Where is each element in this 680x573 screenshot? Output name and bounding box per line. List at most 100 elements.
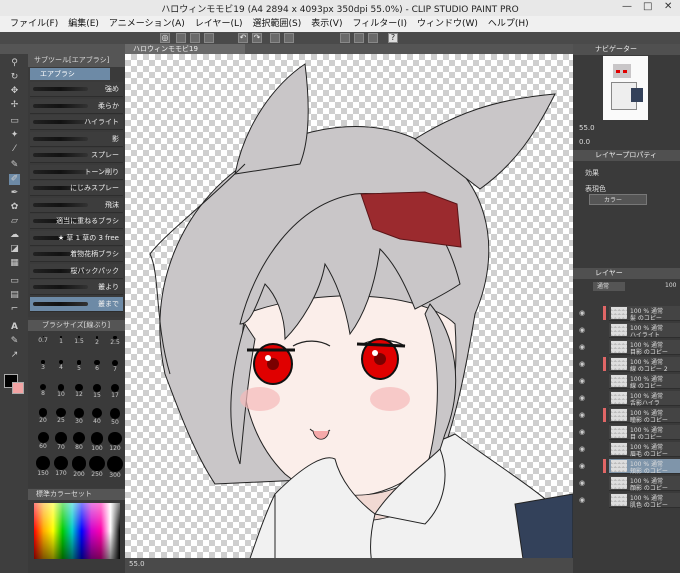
brush-size-option[interactable]: 170 — [52, 456, 70, 477]
rotate-tool-icon[interactable]: ↻ — [9, 72, 20, 83]
brush-size-option[interactable]: 50 — [106, 408, 124, 426]
brush-item[interactable]: にじみスプレー — [30, 181, 123, 196]
brush-item[interactable]: 影 — [30, 131, 123, 147]
brush-item[interactable]: ハイライト — [30, 115, 123, 130]
auto-select-tool-icon[interactable]: ✦ — [9, 130, 20, 141]
menu-view[interactable]: 表示(V) — [311, 16, 342, 32]
snap-special-icon[interactable] — [354, 33, 364, 43]
brush-item[interactable]: 桜パックパック — [30, 263, 123, 279]
blend-tool-icon[interactable]: ☁ — [9, 230, 20, 241]
brush-item[interactable]: 柔らか — [30, 98, 123, 114]
layer-row[interactable]: ◉ 100 % 通常 ハイライト — [579, 323, 680, 339]
minimize-button[interactable]: — — [622, 1, 632, 12]
menu-filter[interactable]: フィルター(I) — [352, 16, 407, 32]
help-icon[interactable]: ? — [388, 33, 398, 43]
correct-line-tool-icon[interactable]: ↗ — [9, 350, 20, 361]
brush-size-option[interactable]: 7 — [106, 360, 124, 373]
brush-size-option[interactable]: 17 — [106, 384, 124, 399]
brush-size-option[interactable]: 30 — [70, 408, 88, 425]
brush-size-option[interactable]: 15 — [88, 384, 106, 399]
navigator-angle[interactable]: 0.0 — [579, 138, 590, 146]
layer-row[interactable]: ◉ 100 % 通常 肌色 のコピー — [579, 493, 680, 509]
blend-mode-select[interactable]: 通常 — [593, 282, 625, 291]
eye-icon[interactable]: ◉ — [579, 343, 587, 351]
eye-icon[interactable]: ◉ — [579, 428, 587, 436]
pen-tool-icon[interactable]: ✎ — [9, 160, 20, 171]
clip-studio-icon[interactable]: ◎ — [160, 33, 170, 43]
eye-icon[interactable]: ◉ — [579, 326, 587, 334]
undo-icon[interactable]: ↶ — [238, 33, 248, 43]
menu-help[interactable]: ヘルプ(H) — [488, 16, 529, 32]
gradient-tool-icon[interactable]: ▦ — [9, 258, 20, 269]
brush-item[interactable]: 着物花柄ブラシ — [30, 247, 123, 262]
maximize-button[interactable]: □ — [643, 1, 652, 12]
brush-item[interactable]: トーン削り — [30, 164, 123, 180]
snap-ruler-icon[interactable] — [340, 33, 350, 43]
eye-icon[interactable]: ◉ — [579, 394, 587, 402]
brush-item[interactable]: ★ 草 1 草の 3 free — [30, 230, 123, 246]
figure-tool-icon[interactable]: ▭ — [9, 276, 20, 287]
transform-icon[interactable] — [284, 33, 294, 43]
brush-size-option[interactable]: 60 — [34, 432, 52, 450]
fill-tool-icon[interactable]: ◪ — [9, 244, 20, 255]
brush-size-option[interactable]: 6 — [88, 360, 106, 372]
layer-row[interactable]: ◉ 100 % 通常髪 のコピー — [579, 306, 680, 322]
selection-tool-icon[interactable]: ▭ — [9, 116, 20, 127]
redo-icon[interactable]: ↷ — [252, 33, 262, 43]
layer-row[interactable]: ◉ 100 % 通常線 のコピー 2 — [579, 357, 680, 373]
brush-item[interactable]: 叢より — [30, 280, 123, 295]
menu-edit[interactable]: 編集(E) — [68, 16, 99, 32]
brush-size-option[interactable]: 1 — [52, 336, 70, 345]
eye-icon[interactable]: ◉ — [579, 445, 587, 453]
brush-size-option[interactable]: 2 — [88, 336, 106, 346]
canvas-tab[interactable]: ハロウィンモモビ19 — [125, 44, 245, 54]
brush-size-option[interactable]: 300 — [106, 456, 124, 479]
eye-icon[interactable]: ◉ — [579, 479, 587, 487]
ruler-tool-icon[interactable]: ⌐ — [9, 304, 20, 315]
brush-size-option[interactable]: 10 — [52, 384, 70, 398]
eye-icon[interactable]: ◉ — [579, 309, 587, 317]
brush-size-option[interactable]: 150 — [34, 456, 52, 477]
layer-row[interactable]: ◉ 100 % 通常目 のコピー — [579, 425, 680, 441]
brush-size-option[interactable]: 3 — [34, 360, 52, 371]
brush-item[interactable]: 飛沫 — [30, 197, 123, 213]
clear-icon[interactable] — [270, 33, 280, 43]
brush-size-option[interactable]: 100 — [88, 432, 106, 452]
snap-grid-icon[interactable] — [368, 33, 378, 43]
frame-tool-icon[interactable]: ▤ — [9, 290, 20, 301]
menu-selection[interactable]: 選択範囲(S) — [253, 16, 302, 32]
subtool-group-tab[interactable]: エアブラシ — [30, 68, 110, 80]
navigator-zoom[interactable]: 55.0 — [579, 124, 595, 132]
brush-size-option[interactable]: 8 — [34, 384, 52, 397]
brush-item[interactable]: 叢まで — [30, 296, 123, 312]
layer-row[interactable]: ◉ 100 % 通常 舌影ハイラ — [579, 391, 680, 407]
airbrush-tool-icon[interactable]: ✐ — [9, 174, 20, 185]
eye-icon[interactable]: ◉ — [579, 377, 587, 385]
menu-file[interactable]: ファイル(F) — [10, 16, 58, 32]
brush-size-option[interactable]: 70 — [52, 432, 70, 451]
sub-color-swatch[interactable] — [12, 382, 24, 394]
eye-icon[interactable]: ◉ — [579, 360, 587, 368]
transform-tool-icon[interactable]: ✢ — [9, 100, 20, 111]
brush-size-option[interactable]: 120 — [106, 432, 124, 452]
balloon-tool-icon[interactable]: ✎ — [9, 336, 20, 347]
expression-color-select[interactable]: カラー — [589, 194, 647, 205]
layer-row[interactable]: ◉ 100 % 通常 眉毛 のコピー — [579, 442, 680, 458]
brush-item[interactable]: スプレー — [30, 148, 123, 163]
brush-size-option[interactable]: 4 — [52, 360, 70, 371]
brush-size-option[interactable]: 80 — [70, 432, 88, 451]
brush-size-option[interactable]: 200 — [70, 456, 88, 478]
zoom-tool-icon[interactable]: ⚲ — [9, 58, 20, 69]
menu-window[interactable]: ウィンドウ(W) — [417, 16, 478, 32]
eye-icon[interactable]: ◉ — [579, 411, 587, 419]
brush-size-option[interactable]: 2.5 — [106, 336, 124, 346]
eye-icon[interactable]: ◉ — [579, 462, 587, 470]
brush-item[interactable]: 適当に重ねるブラシ — [30, 214, 123, 229]
layer-row[interactable]: ◉ 100 % 通常 顔影 のコピー — [579, 476, 680, 492]
new-file-icon[interactable] — [176, 33, 186, 43]
drawing-canvas[interactable] — [125, 54, 573, 573]
opacity-value[interactable]: 100 — [665, 282, 676, 289]
eyedropper-tool-icon[interactable]: ⁄ — [9, 144, 20, 155]
brush-size-option[interactable]: 1.5 — [70, 336, 88, 345]
menu-layer[interactable]: レイヤー(L) — [195, 16, 243, 32]
